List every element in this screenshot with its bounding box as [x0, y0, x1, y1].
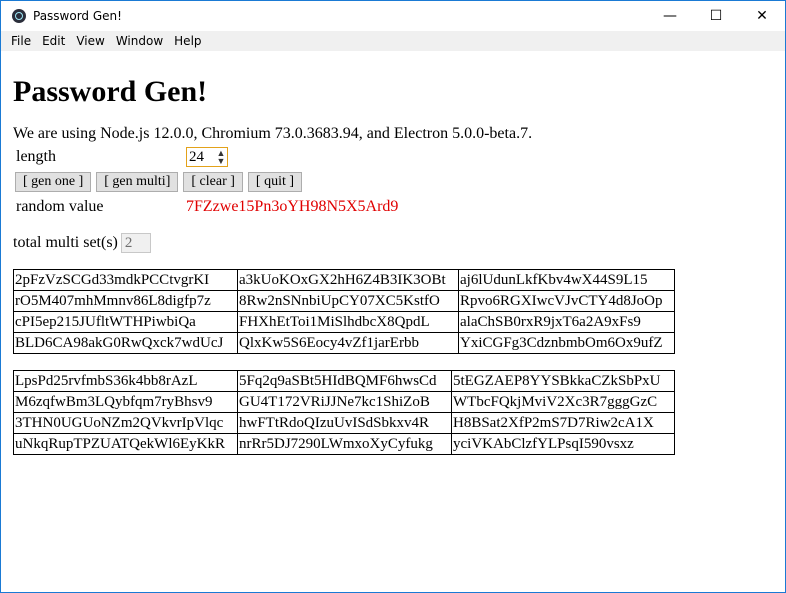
table-row: 3THN0UGUoNZm2QVkvrIpVlqc hwFTtRdoQIzuUvIS…: [13, 412, 675, 434]
table-row: LpsPd25rvfmbS36k4bb8rAzL 5Fq2q9aSBt5HIdBQ…: [13, 370, 675, 392]
multi-label: total multi set(s): [13, 234, 118, 251]
title-bar: Password Gen! — ☐ ✕: [1, 1, 785, 31]
length-input[interactable]: 24 ▲ ▼: [186, 147, 228, 167]
table-row: uNkqRupTPZUATQekWl6EyKkR nrRr5DJ7290LWmxo…: [13, 433, 675, 455]
menu-window[interactable]: Window: [111, 34, 168, 48]
password-cell: 8Rw2nSNnbiUpCY07XC5KstfO: [237, 290, 459, 312]
random-label: random value: [16, 198, 104, 215]
table-row: 2pFzVzSCGd33mdkPCCtvgrKI a3kUoKOxGX2hH6Z4…: [13, 269, 675, 291]
table-row: M6zqfwBm3LQybfqm7ryBhsv9 GU4T172VRiJJNe7k…: [13, 391, 675, 413]
maximize-button[interactable]: ☐: [693, 1, 739, 31]
length-row: length 24 ▲ ▼: [13, 146, 773, 168]
password-cell: 2pFzVzSCGd33mdkPCCtvgrKI: [13, 269, 238, 291]
app-window: Password Gen! — ☐ ✕ File Edit View Windo…: [0, 0, 786, 593]
length-value: 24: [189, 148, 204, 165]
minimize-button[interactable]: —: [647, 1, 693, 31]
password-cell: GU4T172VRiJJNe7kc1ShiZoB: [237, 391, 452, 413]
clear-button[interactable]: [ clear ]: [183, 172, 243, 192]
menu-file[interactable]: File: [6, 34, 36, 48]
password-cell: FHXhEtToi1MiSlhdbcX8QpdL: [237, 311, 459, 333]
password-cell: cPI5ep215JUfltWTHPiwbiQa: [13, 311, 238, 333]
gen-one-button[interactable]: [ gen one ]: [15, 172, 92, 192]
password-cell: a3kUoKOxGX2hH6Z4B3IK3OBt: [237, 269, 459, 291]
main-content: Password Gen! We are using Node.js 12.0.…: [1, 75, 785, 455]
password-cell: aj6lUdunLkfKbv4wX44S9L15: [458, 269, 675, 291]
window-title: Password Gen!: [33, 9, 122, 23]
password-cell: 5tEGZAEP8YYSBkkaCZkSbPxU: [451, 370, 675, 392]
password-cell: BLD6CA98akG0RwQxck7wdUcJ: [13, 332, 238, 354]
menu-view[interactable]: View: [71, 34, 109, 48]
multi-count-field: 2: [120, 233, 151, 253]
password-set-table: 2pFzVzSCGd33mdkPCCtvgrKI a3kUoKOxGX2hH6Z4…: [13, 269, 675, 354]
table-row: cPI5ep215JUfltWTHPiwbiQa FHXhEtToi1MiSlhd…: [13, 311, 675, 333]
password-cell: yciVKAbClzfYLPsqI590vsxz: [451, 433, 675, 455]
password-cell: hwFTtRdoQIzuUvISdSbkxv4R: [237, 412, 452, 434]
electron-app-icon: [12, 9, 26, 23]
menu-help[interactable]: Help: [169, 34, 206, 48]
multi-row: total multi set(s) 2: [13, 232, 773, 254]
password-cell: YxiCGFg3CdznbmbOm6Ox9ufZ: [458, 332, 675, 354]
quit-button[interactable]: [ quit ]: [247, 172, 303, 192]
random-value: 7FZzwe15Pn3oYH98N5X5Ard9: [186, 198, 399, 215]
button-row: [ gen one ] [ gen multi] [ clear ] [ qui…: [15, 172, 773, 192]
gen-multi-button[interactable]: [ gen multi]: [96, 172, 179, 192]
close-button[interactable]: ✕: [739, 1, 785, 31]
password-cell: M6zqfwBm3LQybfqm7ryBhsv9: [13, 391, 238, 413]
menu-bar: File Edit View Window Help: [1, 31, 785, 51]
password-cell: nrRr5DJ7290LWmxoXyCyfukg: [237, 433, 452, 455]
password-cell: LpsPd25rvfmbS36k4bb8rAzL: [13, 370, 238, 392]
password-cell: uNkqRupTPZUATQekWl6EyKkR: [13, 433, 238, 455]
password-cell: alaChSB0rxR9jxT6a2A9xFs9: [458, 311, 675, 333]
version-info: We are using Node.js 12.0.0, Chromium 73…: [13, 125, 533, 142]
password-cell: H8BSat2XfP2mS7D7Riw2cA1X: [451, 412, 675, 434]
table-row: rO5M407mhMmnv86L8digfp7z 8Rw2nSNnbiUpCY07…: [13, 290, 675, 312]
password-cell: QlxKw5S6Eocy4vZf1jarErbb: [237, 332, 459, 354]
length-label: length: [16, 148, 56, 165]
password-cell: WTbcFQkjMviV2Xc3R7gggGzC: [451, 391, 675, 413]
password-cell: Rpvo6RGXIwcVJvCTY4d8JoOp: [458, 290, 675, 312]
password-cell: 5Fq2q9aSBt5HIdBQMF6hwsCd: [237, 370, 452, 392]
table-row: BLD6CA98akG0RwQxck7wdUcJ QlxKw5S6Eocy4vZf…: [13, 332, 675, 354]
random-row: random value 7FZzwe15Pn3oYH98N5X5Ard9: [13, 196, 773, 218]
spinner-icon[interactable]: ▲ ▼: [215, 149, 227, 166]
password-set-table: LpsPd25rvfmbS36k4bb8rAzL 5Fq2q9aSBt5HIdBQ…: [13, 370, 675, 455]
page-title: Password Gen!: [13, 75, 208, 108]
password-cell: rO5M407mhMmnv86L8digfp7z: [13, 290, 238, 312]
menu-edit[interactable]: Edit: [37, 34, 70, 48]
password-cell: 3THN0UGUoNZm2QVkvrIpVlqc: [13, 412, 238, 434]
